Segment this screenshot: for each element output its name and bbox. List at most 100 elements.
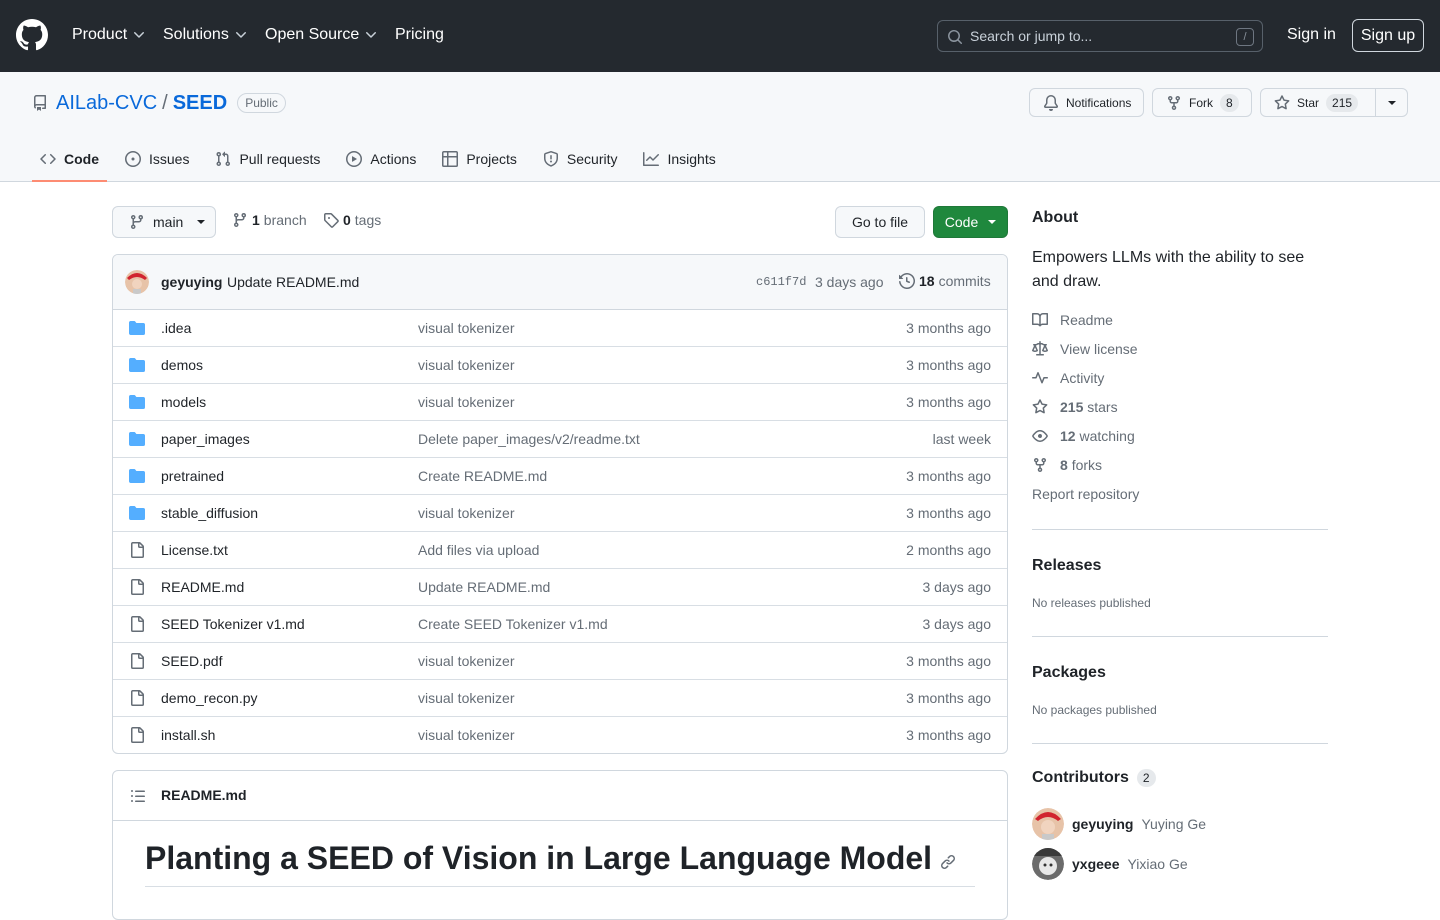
contributors-header[interactable]: Contributors 2 bbox=[1032, 769, 1156, 787]
folder-icon bbox=[129, 395, 145, 409]
eye-icon bbox=[1032, 430, 1048, 442]
github-logo-icon[interactable] bbox=[16, 19, 48, 51]
divider bbox=[1032, 636, 1328, 637]
list-unordered-icon[interactable] bbox=[130, 788, 146, 804]
fork-button[interactable]: Fork 8 bbox=[1152, 88, 1252, 117]
commit-author-link[interactable]: geyuying bbox=[161, 274, 222, 290]
forks-link[interactable]: 8 forks bbox=[1032, 457, 1102, 473]
commit-message-link[interactable]: Update README.md bbox=[227, 274, 359, 290]
releases-title[interactable]: Releases bbox=[1032, 557, 1101, 575]
nav-product[interactable]: Product bbox=[72, 24, 147, 46]
readme-heading: Planting a SEED of Vision in Large Langu… bbox=[145, 838, 956, 878]
file-name-link[interactable]: License.txt bbox=[161, 542, 228, 558]
report-repository-link[interactable]: Report repository bbox=[1032, 486, 1139, 502]
git-branch-icon bbox=[233, 213, 246, 228]
file-commit-message-link[interactable]: visual tokenizer bbox=[418, 653, 515, 669]
tab-projects[interactable]: Projects bbox=[434, 137, 525, 181]
file-row[interactable]: demos visual tokenizer 3 months ago bbox=[113, 347, 1007, 384]
file-row[interactable]: models visual tokenizer 3 months ago bbox=[113, 384, 1007, 421]
file-row[interactable]: README.md Update README.md 3 days ago bbox=[113, 569, 1007, 606]
repo-header: AILab-CVC / SEED Public Notifications Fo… bbox=[0, 72, 1440, 182]
file-commit-message-link[interactable]: Create README.md bbox=[418, 468, 547, 484]
commit-age: 3 days ago bbox=[815, 274, 884, 290]
history-icon bbox=[899, 273, 915, 289]
file-name-link[interactable]: pretrained bbox=[161, 468, 224, 484]
file-row[interactable]: SEED Tokenizer v1.md Create SEED Tokenize… bbox=[113, 606, 1007, 643]
code-dropdown-button[interactable]: Code bbox=[933, 206, 1008, 238]
file-commit-message-link[interactable]: visual tokenizer bbox=[418, 690, 515, 706]
file-commit-message-link[interactable]: Update README.md bbox=[418, 579, 550, 595]
file-commit-message-link[interactable]: Delete paper_images/v2/readme.txt bbox=[418, 431, 640, 447]
contributor-item[interactable]: geyuying Yuying Ge bbox=[1032, 808, 1206, 840]
tab-security[interactable]: Security bbox=[535, 137, 626, 181]
activity-link[interactable]: Activity bbox=[1032, 370, 1104, 386]
file-row[interactable]: paper_images Delete paper_images/v2/readm… bbox=[113, 421, 1007, 458]
go-to-file-button[interactable]: Go to file bbox=[835, 206, 925, 238]
file-row[interactable]: stable_diffusion visual tokenizer 3 months… bbox=[113, 495, 1007, 532]
star-dropdown-caret-icon[interactable] bbox=[1388, 101, 1396, 105]
license-link[interactable]: View license bbox=[1032, 341, 1138, 357]
commit-sha-link[interactable]: c611f7d bbox=[756, 275, 806, 289]
latest-commit-row: geyuying Update README.md c611f7d 3 days… bbox=[113, 255, 1007, 310]
file-name-link[interactable]: demo_recon.py bbox=[161, 690, 258, 706]
tab-code[interactable]: Code bbox=[32, 137, 107, 182]
tags-link[interactable]: 0 tags bbox=[323, 212, 381, 228]
commits-link[interactable]: 18 commits bbox=[899, 273, 991, 289]
notifications-button[interactable]: Notifications bbox=[1029, 88, 1144, 117]
repo-owner-link[interactable]: AILab-CVC bbox=[56, 91, 157, 115]
avatar[interactable] bbox=[125, 270, 149, 294]
readme-link[interactable]: Readme bbox=[1032, 312, 1113, 328]
tab-actions[interactable]: Actions bbox=[338, 137, 424, 181]
chevron-down-icon bbox=[134, 32, 145, 38]
avatar bbox=[1032, 808, 1064, 840]
file-commit-message-link[interactable]: visual tokenizer bbox=[418, 357, 515, 373]
branch-select-button[interactable]: main bbox=[112, 206, 216, 238]
readme-filename[interactable]: README.md bbox=[161, 787, 247, 803]
packages-empty-text: No packages published bbox=[1032, 703, 1157, 717]
file-name-link[interactable]: .idea bbox=[161, 320, 191, 336]
star-button[interactable]: Star 215 bbox=[1260, 88, 1408, 117]
sign-up-button[interactable]: Sign up bbox=[1352, 19, 1424, 52]
tab-pull-requests[interactable]: Pull requests bbox=[207, 137, 328, 181]
contributor-login: yxgeee bbox=[1072, 856, 1120, 872]
file-commit-message-link[interactable]: visual tokenizer bbox=[418, 394, 515, 410]
file-row[interactable]: .idea visual tokenizer 3 months ago bbox=[113, 310, 1007, 347]
file-row[interactable]: pretrained Create README.md 3 months ago bbox=[113, 458, 1007, 495]
file-name-link[interactable]: SEED.pdf bbox=[161, 653, 222, 669]
file-name-link[interactable]: demos bbox=[161, 357, 203, 373]
readme-panel: README.md Planting a SEED of Vision in L… bbox=[112, 770, 1008, 920]
stars-link[interactable]: 215 stars bbox=[1032, 399, 1118, 415]
tab-issues[interactable]: Issues bbox=[117, 137, 197, 181]
file-name-link[interactable]: README.md bbox=[161, 579, 244, 595]
packages-title[interactable]: Packages bbox=[1032, 664, 1106, 682]
file-commit-message-link[interactable]: Add files via upload bbox=[418, 542, 539, 558]
tab-insights[interactable]: Insights bbox=[635, 137, 723, 181]
file-name-link[interactable]: install.sh bbox=[161, 727, 215, 743]
search-input[interactable]: Search or jump to... / bbox=[937, 20, 1263, 52]
file-name-link[interactable]: paper_images bbox=[161, 431, 250, 447]
nav-solutions[interactable]: Solutions bbox=[163, 24, 249, 46]
file-row[interactable]: install.sh visual tokenizer 3 months ago bbox=[113, 717, 1007, 753]
file-commit-message-link[interactable]: visual tokenizer bbox=[418, 727, 515, 743]
file-row[interactable]: SEED.pdf visual tokenizer 3 months ago bbox=[113, 643, 1007, 680]
file-name-link[interactable]: SEED Tokenizer v1.md bbox=[161, 616, 305, 632]
sign-in-link[interactable]: Sign in bbox=[1287, 24, 1336, 46]
watchers-link[interactable]: 12 watching bbox=[1032, 428, 1135, 444]
tag-word: tags bbox=[354, 212, 382, 228]
file-commit-message-link[interactable]: Create SEED Tokenizer v1.md bbox=[418, 616, 608, 632]
contributor-item[interactable]: yxgeee Yixiao Ge bbox=[1032, 848, 1188, 880]
file-name-link[interactable]: stable_diffusion bbox=[161, 505, 258, 521]
nav-pricing[interactable]: Pricing bbox=[395, 24, 444, 46]
branches-link[interactable]: 1 branch bbox=[232, 212, 307, 228]
about-title: About bbox=[1032, 209, 1079, 226]
code-icon bbox=[40, 153, 56, 165]
nav-open-source[interactable]: Open Source bbox=[265, 24, 379, 46]
file-commit-message-link[interactable]: visual tokenizer bbox=[418, 320, 515, 336]
tag-icon bbox=[324, 213, 339, 228]
repo-name-link[interactable]: SEED bbox=[173, 91, 227, 115]
file-name-link[interactable]: models bbox=[161, 394, 206, 410]
file-row[interactable]: License.txt Add files via upload 2 months … bbox=[113, 532, 1007, 569]
link-icon[interactable] bbox=[940, 854, 956, 870]
file-row[interactable]: demo_recon.py visual tokenizer 3 months ag… bbox=[113, 680, 1007, 717]
file-commit-message-link[interactable]: visual tokenizer bbox=[418, 505, 515, 521]
